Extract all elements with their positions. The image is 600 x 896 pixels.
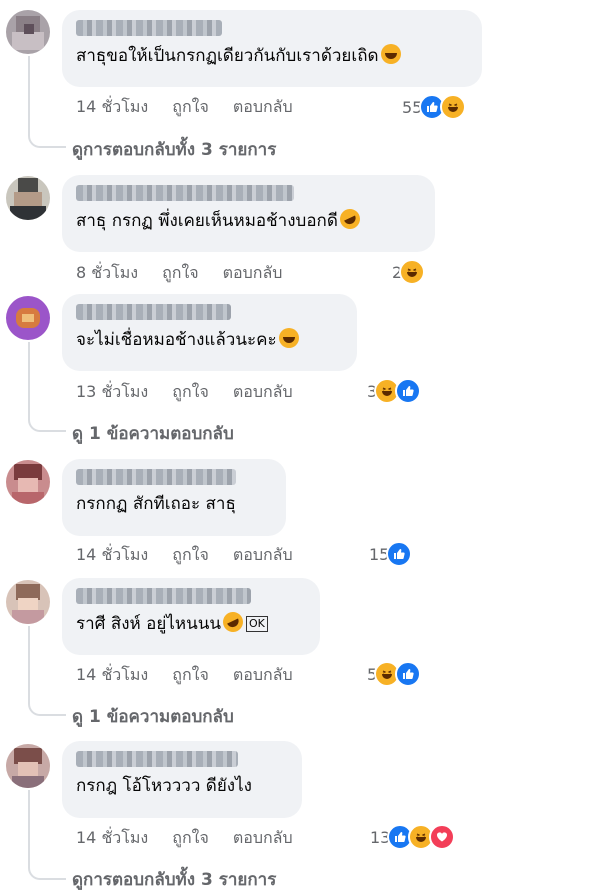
view-replies-link[interactable]: ดู 1 ข้อความตอบกลับ <box>72 703 234 730</box>
like-button[interactable]: ถูกใจ <box>172 95 209 120</box>
like-icon <box>395 378 422 404</box>
comment-text: จะไม่เชื่อหมอช้างแล้วนะคะ <box>76 328 343 351</box>
like-button[interactable]: ถูกใจ <box>172 826 209 851</box>
comment-actions: 13 ชั่วโมง ถูกใจ ตอบกลับ <box>76 380 317 405</box>
comment-bubble: ราศี สิงห์ อยู่ไหนนน OK <box>62 578 320 655</box>
reaction-summary[interactable]: 2 <box>392 259 426 285</box>
view-replies-link[interactable]: ดู 1 ข้อความตอบกลับ <box>72 420 234 447</box>
rofl-icon <box>336 205 364 233</box>
thread-line <box>28 626 30 704</box>
haha-icon <box>440 94 467 120</box>
avatar[interactable] <box>6 10 50 54</box>
thread-connector <box>28 414 66 432</box>
commenter-name-blurred[interactable] <box>76 588 251 604</box>
reaction-summary[interactable]: 13 <box>370 824 456 850</box>
comment-actions: 14 ชั่วโมง ถูกใจ ตอบกลับ <box>76 543 317 568</box>
comment-time: 13 ชั่วโมง <box>76 382 149 401</box>
haha-icon <box>380 44 401 64</box>
avatar[interactable] <box>6 744 50 788</box>
thread-line <box>28 790 30 868</box>
comment-time: 14 ชั่วโมง <box>76 828 149 847</box>
comment-bubble: สาธุขอให้เป็นกรกฏเดียวกันกับเราด้วยเถิด <box>62 10 482 87</box>
avatar[interactable] <box>6 460 50 504</box>
thread-connector <box>28 698 66 716</box>
commenter-name-blurred[interactable] <box>76 469 236 485</box>
comment-bubble: กรกกฏ สักทีเถอะ สาธุ <box>62 459 286 536</box>
haha-icon <box>399 259 426 285</box>
commenter-name-blurred[interactable] <box>76 304 231 320</box>
commenter-name-blurred[interactable] <box>76 20 222 36</box>
thread-connector <box>28 862 66 880</box>
rofl-icon <box>219 608 247 636</box>
avatar[interactable] <box>6 580 50 624</box>
like-button[interactable]: ถูกใจ <box>172 543 209 568</box>
comment-time: 14 ชั่วโมง <box>76 97 149 116</box>
thread-connector <box>28 130 66 148</box>
avatar[interactable] <box>6 176 50 220</box>
comment-bubble: จะไม่เชื่อหมอช้างแล้วนะคะ <box>62 294 357 371</box>
reply-button[interactable]: ตอบกลับ <box>233 95 293 120</box>
commenter-name-blurred[interactable] <box>76 751 238 767</box>
thread-line <box>28 56 30 136</box>
love-icon <box>429 824 456 850</box>
comment-actions: 8 ชั่วโมง ถูกใจ ตอบกลับ <box>76 261 306 286</box>
reply-button[interactable]: ตอบกลับ <box>233 663 293 688</box>
thread-line <box>28 342 30 420</box>
like-button[interactable]: ถูกใจ <box>162 261 199 286</box>
comment-time: 14 ชั่วโมง <box>76 545 149 564</box>
reaction-summary[interactable]: 55 <box>402 94 467 120</box>
like-icon <box>386 541 413 567</box>
comment-time: 14 ชั่วโมง <box>76 665 149 684</box>
reply-button[interactable]: ตอบกลับ <box>233 380 293 405</box>
comment-actions: 14 ชั่วโมง ถูกใจ ตอบกลับ <box>76 663 317 688</box>
haha-icon <box>278 328 299 348</box>
reaction-summary[interactable]: 5 <box>367 661 422 687</box>
comment-text: สาธุขอให้เป็นกรกฏเดียวกันกับเราด้วยเถิด <box>76 44 468 67</box>
view-replies-link[interactable]: ดูการตอบกลับทั้ง 3 รายการ <box>72 136 276 163</box>
like-button[interactable]: ถูกใจ <box>172 663 209 688</box>
comment-actions: 14 ชั่วโมง ถูกใจ ตอบกลับ <box>76 95 317 120</box>
reply-button[interactable]: ตอบกลับ <box>233 826 293 851</box>
comment-text: สาธุ กรกฏ พึ่งเคยเห็นหมอช้างบอกดี <box>76 205 421 233</box>
comment-bubble: สาธุ กรกฏ พึ่งเคยเห็นหมอช้างบอกดี <box>62 175 435 252</box>
comment-text: ราศี สิงห์ อยู่ไหนนน OK <box>76 608 306 636</box>
reply-button[interactable]: ตอบกลับ <box>223 261 283 286</box>
commenter-name-blurred[interactable] <box>76 185 294 201</box>
reaction-summary[interactable]: 15 <box>369 541 413 567</box>
reaction-summary[interactable]: 3 <box>367 378 422 404</box>
comment-actions: 14 ชั่วโมง ถูกใจ ตอบกลับ <box>76 826 317 851</box>
comment-time: 8 ชั่วโมง <box>76 263 139 282</box>
comment-text: กรกกฏ สักทีเถอะ สาธุ <box>76 494 236 514</box>
reply-button[interactable]: ตอบกลับ <box>233 543 293 568</box>
view-replies-link[interactable]: ดูการตอบกลับทั้ง 3 รายการ <box>72 866 276 893</box>
comment-text: กรกฎ โอ้โหวววว ดียังไง <box>76 776 252 796</box>
like-button[interactable]: ถูกใจ <box>172 380 209 405</box>
like-icon <box>395 661 422 687</box>
comment-bubble: กรกฎ โอ้โหวววว ดียังไง <box>62 741 302 818</box>
ok-icon: OK <box>245 616 268 632</box>
avatar[interactable] <box>6 296 50 340</box>
